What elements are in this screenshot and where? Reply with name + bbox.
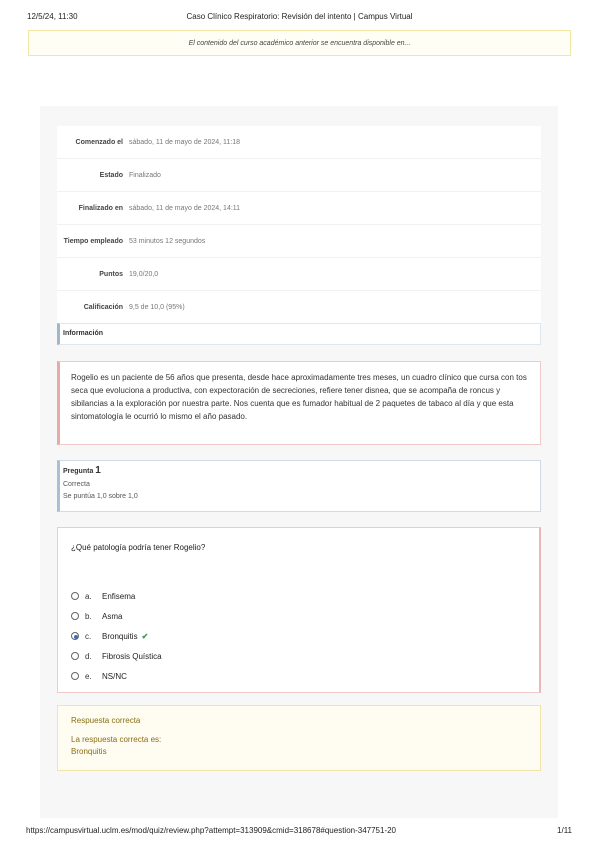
answer-option-e[interactable]: e. NS/NC xyxy=(71,666,162,686)
option-letter: b. xyxy=(85,611,92,621)
summary-label: Finalizado en xyxy=(78,204,123,212)
question-content: ¿Qué patología podría tener Rogelio? a. … xyxy=(57,527,541,693)
summary-value: 9,5 de 10,0 (95%) xyxy=(129,303,185,311)
summary-row-finished: Finalizado en sábado, 11 de mayo de 2024… xyxy=(57,192,541,225)
answer-option-a[interactable]: a. Enfisema xyxy=(71,586,162,606)
course-notice-text: El contenido del curso académico anterio… xyxy=(188,39,411,47)
question-status: Correcta xyxy=(63,481,90,488)
question-label: Pregunta xyxy=(63,468,94,475)
summary-value: Finalizado xyxy=(129,171,161,179)
summary-row-time-taken: Tiempo empleado 53 minutos 12 segundos xyxy=(57,225,541,258)
answer-options: a. Enfisema b. Asma c. Bronquitis ✔ d. F… xyxy=(71,586,162,686)
question-number-value: 1 xyxy=(95,465,101,476)
course-notice-banner[interactable]: El contenido del curso académico anterio… xyxy=(28,30,571,56)
feedback-answer: Bronquitis xyxy=(71,747,107,756)
question-grade: Se puntúa 1,0 sobre 1,0 xyxy=(63,493,138,500)
answer-feedback: Respuesta correcta La respuesta correcta… xyxy=(57,705,541,771)
question-text: ¿Qué patología podría tener Rogelio? xyxy=(71,543,206,552)
summary-value: sábado, 11 de mayo de 2024, 14:11 xyxy=(129,204,241,212)
question-number: Pregunta 1 xyxy=(63,465,540,476)
option-letter: d. xyxy=(85,651,92,661)
question-info-panel: Pregunta 1 Correcta Se puntúa 1,0 sobre … xyxy=(57,460,541,512)
summary-value: sábado, 11 de mayo de 2024, 11:18 xyxy=(129,138,241,146)
summary-value: 53 minutos 12 segundos xyxy=(129,237,206,245)
summary-row-started: Comenzado el sábado, 11 de mayo de 2024,… xyxy=(57,126,541,159)
summary-label: Calificación xyxy=(83,303,123,311)
answer-option-c[interactable]: c. Bronquitis ✔ xyxy=(71,626,162,646)
attempt-summary-table: Comenzado el sábado, 11 de mayo de 2024,… xyxy=(57,126,541,324)
radio-button[interactable] xyxy=(71,672,79,680)
option-letter: a. xyxy=(85,591,92,601)
radio-button[interactable] xyxy=(71,592,79,600)
option-text: Bronquitis xyxy=(102,631,138,641)
summary-label: Estado xyxy=(99,171,123,179)
answer-option-b[interactable]: b. Asma xyxy=(71,606,162,626)
correct-check-icon: ✔ xyxy=(141,631,149,641)
print-url: https://campusvirtual.uclm.es/mod/quiz/r… xyxy=(26,826,397,835)
feedback-intro: La respuesta correcta es: xyxy=(71,735,162,744)
option-text: Asma xyxy=(102,611,123,621)
radio-button[interactable] xyxy=(71,652,79,660)
information-text: Rogelio es un paciente de 56 años que pr… xyxy=(57,361,541,445)
option-text: NS/NC xyxy=(102,671,127,681)
radio-button-selected[interactable] xyxy=(71,632,79,640)
feedback-title: Respuesta correcta xyxy=(71,716,141,725)
summary-row-grade: Calificación 9,5 de 10,0 (95%) xyxy=(57,291,541,324)
summary-row-marks: Puntos 19,0/20,0 xyxy=(57,258,541,291)
summary-value: 19,0/20,0 xyxy=(129,270,159,278)
print-header: 12/5/24, 11:30 Caso Clínico Respiratorio… xyxy=(0,12,599,26)
summary-row-state: Estado Finalizado xyxy=(57,159,541,192)
option-letter: c. xyxy=(85,631,92,641)
print-page-title: Caso Clínico Respiratorio: Revisión del … xyxy=(186,12,413,21)
summary-label: Comenzado el xyxy=(75,138,123,146)
option-letter: e. xyxy=(85,671,92,681)
option-text: Enfisema xyxy=(102,591,136,601)
answer-option-d[interactable]: d. Fibrosis Quística xyxy=(71,646,162,666)
radio-button[interactable] xyxy=(71,612,79,620)
information-heading: Información xyxy=(57,323,541,345)
option-text: Fibrosis Quística xyxy=(102,651,162,661)
summary-label: Tiempo empleado xyxy=(63,237,123,245)
print-page-number: 1/11 xyxy=(557,826,572,835)
summary-label: Puntos xyxy=(99,270,123,278)
